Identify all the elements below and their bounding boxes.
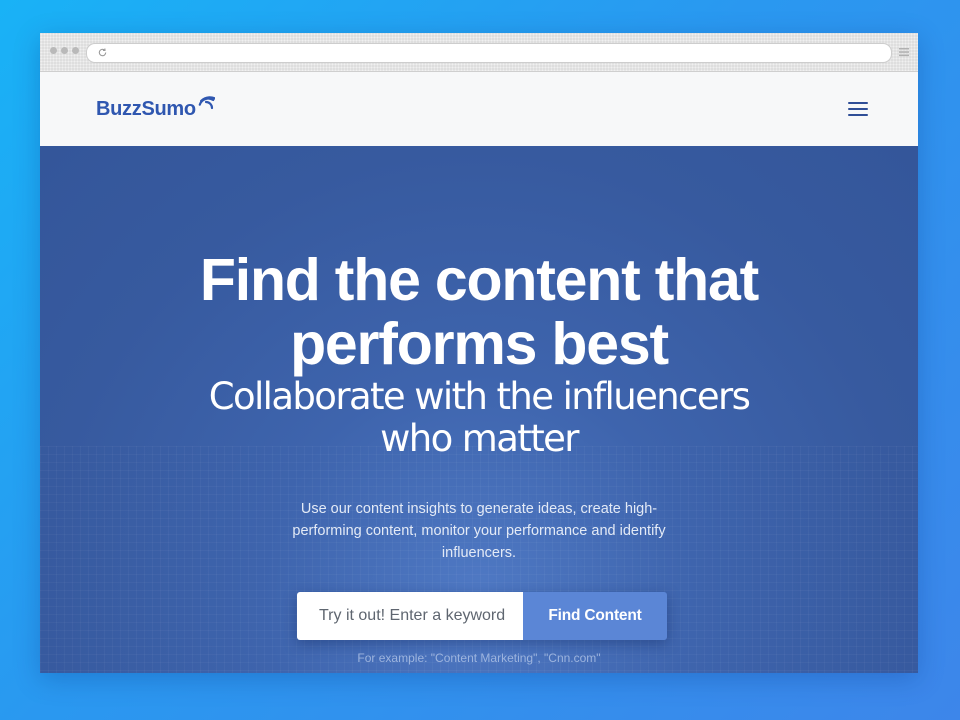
headline-line-2: performs best [290, 311, 669, 377]
browser-menu-icon[interactable] [898, 46, 910, 58]
hamburger-line [848, 102, 868, 104]
hamburger-icon[interactable] [848, 102, 868, 118]
signal-waves-icon [198, 96, 215, 110]
hero-section: Find the content that performs best Coll… [40, 146, 918, 673]
subheadline-line-2: who matter [380, 417, 579, 460]
site-header: BuzzSumo [40, 72, 918, 147]
keyword-search-input[interactable] [297, 592, 523, 640]
minimize-dot[interactable] [61, 47, 68, 54]
hero-headline: Find the content that performs best [40, 248, 918, 376]
search-example-hint: For example: "Content Marketing", "Cnn.c… [357, 651, 601, 665]
headline-line-1: Find the content that [199, 247, 759, 313]
hamburger-line [848, 108, 868, 110]
hamburger-line [848, 114, 868, 116]
hero-description: Use our content insights to generate ide… [292, 501, 666, 561]
browser-toolbar [40, 33, 918, 72]
brand-logo[interactable]: BuzzSumo [96, 94, 215, 124]
brand-name: BuzzSumo [96, 97, 196, 120]
close-dot[interactable] [50, 47, 57, 54]
address-bar[interactable] [86, 43, 892, 63]
subheadline-line-1: Collaborate with the influencers [208, 375, 751, 418]
hero-subheadline: Collaborate with the influencers who mat… [40, 376, 918, 460]
browser-window: BuzzSumo Find the content that performs … [40, 33, 918, 673]
find-content-button[interactable]: Find Content [523, 592, 667, 640]
window-controls[interactable] [50, 47, 79, 54]
reload-icon[interactable] [97, 47, 108, 58]
maximize-dot[interactable] [72, 47, 79, 54]
keyword-search-form: Find Content [297, 592, 667, 640]
